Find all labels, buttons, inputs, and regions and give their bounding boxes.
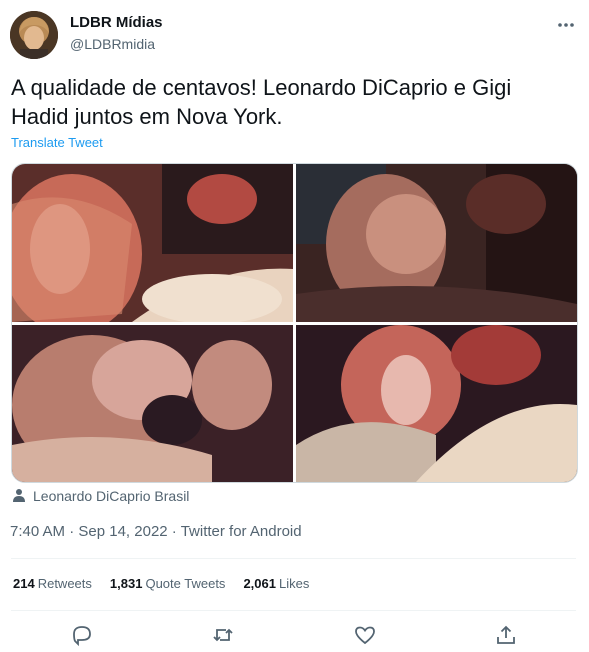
- quote-tweets-count: 1,831: [109, 576, 143, 591]
- user-handle[interactable]: @LDBRmidia: [70, 36, 155, 52]
- media-photo-3[interactable]: [12, 325, 293, 482]
- media-photo-1[interactable]: [12, 164, 293, 322]
- meta-separator: ·: [65, 523, 79, 540]
- meta-separator: ·: [167, 523, 181, 540]
- person-icon: [12, 488, 26, 505]
- divider: [11, 558, 576, 559]
- avatar[interactable]: [10, 11, 58, 59]
- retweets-label: Retweets: [37, 576, 92, 591]
- translate-tweet-link[interactable]: Translate Tweet: [11, 135, 103, 150]
- media-photo-2[interactable]: [296, 164, 577, 322]
- media-grid: [11, 163, 578, 483]
- tweet-time[interactable]: 7:40 AM: [10, 523, 65, 540]
- like-icon[interactable]: [353, 623, 377, 647]
- retweets-stat[interactable]: 214 Retweets: [13, 576, 92, 591]
- divider: [11, 610, 576, 611]
- reply-icon[interactable]: [70, 623, 94, 647]
- tweet-stats: 214 Retweets 1,831 Quote Tweets 2,061 Likes: [13, 576, 309, 591]
- retweet-icon[interactable]: [211, 623, 235, 647]
- quote-tweets-stat[interactable]: 1,831 Quote Tweets: [110, 576, 226, 591]
- tweet-meta: 7:40 AM · Sep 14, 2022 · Twitter for And…: [10, 523, 302, 540]
- more-icon[interactable]: [555, 14, 577, 36]
- likes-count: 2,061: [243, 576, 276, 591]
- tagged-user[interactable]: Leonardo DiCaprio Brasil: [12, 486, 189, 506]
- tagged-user-name: Leonardo DiCaprio Brasil: [33, 488, 190, 504]
- media-photo-4[interactable]: [296, 325, 577, 482]
- tweet-source[interactable]: Twitter for Android: [181, 523, 302, 540]
- likes-stat[interactable]: 2,061 Likes: [243, 576, 309, 591]
- display-name[interactable]: LDBR Mídias: [70, 14, 163, 31]
- tweet-text: A qualidade de centavos! Leonardo DiCapr…: [11, 75, 512, 129]
- quote-tweets-label: Quote Tweets: [145, 576, 226, 591]
- share-icon[interactable]: [494, 623, 518, 647]
- retweets-count: 214: [13, 576, 35, 591]
- tweet-date[interactable]: Sep 14, 2022: [78, 523, 167, 540]
- likes-label: Likes: [278, 576, 310, 591]
